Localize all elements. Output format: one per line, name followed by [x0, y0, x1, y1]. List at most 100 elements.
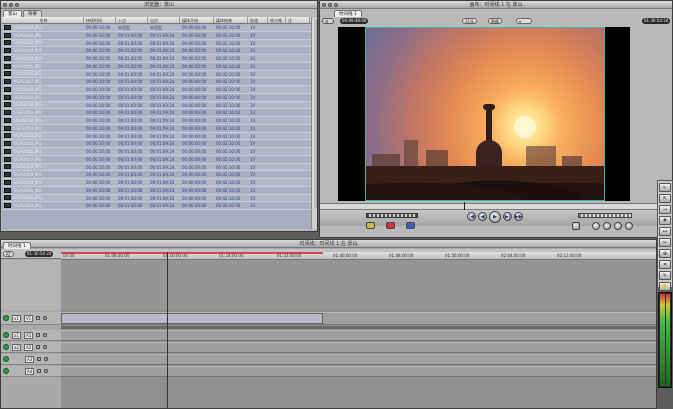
- browser-scrollbar[interactable]: [311, 17, 317, 229]
- canvas-tab[interactable]: 时间线 1: [334, 10, 362, 17]
- source-label[interactable]: a2: [12, 343, 21, 351]
- lock-icon[interactable]: [37, 369, 42, 373]
- lock-icon[interactable]: [37, 357, 42, 361]
- browser-row[interactable]: YA3A2447.JPG 00:00:10:00 00:01:00:00 00:01:…: [2, 78, 311, 86]
- play-in-to-out-icon[interactable]: ◀: [478, 212, 487, 221]
- col-media-start[interactable]: 媒体开始: [180, 17, 214, 23]
- scroll-thumb[interactable]: [312, 19, 317, 209]
- col-out[interactable]: 出点: [148, 17, 180, 23]
- gear-icon[interactable]: ⚙: [322, 18, 334, 24]
- canvas-duration[interactable]: 00:09:48:00: [340, 18, 369, 24]
- track-v1[interactable]: [61, 312, 656, 325]
- hand-tool-icon[interactable]: ✋: [659, 282, 671, 291]
- view-popup[interactable]: 图像: [488, 18, 502, 24]
- browser-row[interactable]: YA3A2463.JPG 00:00:10:00 00:01:00:00 00:01:…: [2, 202, 311, 210]
- col-notes[interactable]: 注: [286, 17, 310, 23]
- close-icon[interactable]: [3, 3, 7, 7]
- source-label[interactable]: v1: [12, 314, 21, 322]
- browser-row[interactable]: YA3A2440.JPG 00:00:10:00 未设定 未设定 00:00:00:00…: [2, 24, 311, 32]
- browser-row[interactable]: YA3A2441.JPG 00:00:10:00 00:01:00:00 00:01:…: [2, 31, 311, 40]
- browser-row[interactable]: YA3A2442.JPG 00:00:10:00 00:01:00:00 00:01:…: [2, 39, 311, 48]
- canvas-current-timecode[interactable]: 01:30:54:24: [642, 18, 671, 24]
- col-tracks[interactable]: 轨道: [248, 17, 268, 23]
- track-visibility-icon[interactable]: [3, 344, 9, 350]
- browser-row[interactable]: YA3A2456.JPG 00:00:10:00 00:01:00:00 00:01:…: [2, 148, 311, 156]
- browser-row[interactable]: YA3A2457.JPG 00:00:10:00 00:01:00:00 00:01:…: [2, 155, 311, 164]
- timeline-track-area[interactable]: [61, 252, 656, 408]
- play-icon[interactable]: ▶: [489, 211, 501, 223]
- browser-row[interactable]: YA3A2448.JPG 00:00:10:00 00:01:00:00 00:01:…: [2, 86, 311, 94]
- col-media-end[interactable]: 媒体结束: [214, 17, 248, 23]
- browser-row[interactable]: YA3A2444.JPG 00:00:10:00 00:01:00:00 00:01:…: [2, 55, 311, 63]
- browser-row[interactable]: YA3A2459.JPG 00:00:10:00 00:01:00:00 00:01:…: [2, 171, 311, 179]
- overwrite-edit-icon[interactable]: [386, 222, 395, 229]
- auto-select-icon[interactable]: [44, 369, 49, 373]
- mark-in-icon[interactable]: [592, 222, 600, 230]
- pen-tool-icon[interactable]: ✎: [659, 271, 671, 280]
- browser-row[interactable]: YA3A2450.JPG 00:00:10:00 00:01:00:00 00:01:…: [2, 101, 311, 110]
- shuttle-control[interactable]: [366, 213, 418, 218]
- auto-select-icon[interactable]: [43, 333, 48, 337]
- timeline-current-timecode[interactable]: 01:30:54:24: [25, 251, 54, 257]
- zoom-icon[interactable]: [334, 3, 338, 7]
- track-visibility-icon[interactable]: [3, 356, 9, 362]
- track-select-tool-icon[interactable]: →: [659, 205, 671, 214]
- play-around-icon[interactable]: ▶|: [503, 212, 512, 221]
- add-keyframe-icon[interactable]: [625, 222, 633, 230]
- replace-edit-icon[interactable]: [406, 222, 415, 229]
- browser-row[interactable]: YA3A2446.JPG 00:00:10:00 00:01:00:00 00:01:…: [2, 70, 311, 79]
- roll-tool-icon[interactable]: #: [659, 216, 671, 225]
- canvas-video-area[interactable]: [338, 27, 630, 201]
- col-in[interactable]: 入点: [116, 17, 148, 23]
- auto-select-icon[interactable]: [44, 357, 49, 361]
- timeline-ruler[interactable]: 00:00 01:08:00:00 01:16:00:00 01:24:00:0…: [61, 252, 656, 260]
- zoom-icon[interactable]: [15, 3, 19, 7]
- rt-menu[interactable]: RT: [3, 251, 14, 257]
- browser-row[interactable]: YA3A2462.JPG 00:00:10:00 00:01:00:00 00:01:…: [2, 194, 311, 203]
- browser-row[interactable]: YA3A2443.JPG 00:00:10:00 00:01:00:00 00:01:…: [2, 47, 311, 55]
- zoom-tool-icon[interactable]: ⊕: [659, 249, 671, 258]
- track-a2[interactable]: [61, 342, 656, 353]
- browser-tab-project[interactable]: 景山: [3, 10, 22, 17]
- target-label[interactable]: A1: [24, 331, 34, 339]
- browser-row[interactable]: YA3A2461.JPG 00:00:10:00 00:01:00:00 00:01:…: [2, 186, 311, 195]
- selection-tool-icon[interactable]: ↖: [659, 183, 671, 192]
- close-icon[interactable]: [322, 3, 326, 7]
- track-visibility-icon[interactable]: [3, 332, 9, 338]
- col-frames[interactable]: 帧方格: [268, 17, 286, 23]
- lock-icon[interactable]: [36, 345, 41, 349]
- source-label[interactable]: a1: [12, 331, 21, 339]
- edit-selection-tool-icon[interactable]: ⇱: [659, 194, 671, 203]
- track-a1[interactable]: [61, 330, 656, 341]
- add-marker-icon[interactable]: [614, 222, 622, 230]
- mark-out-icon[interactable]: [603, 222, 611, 230]
- auto-select-icon[interactable]: [43, 316, 48, 320]
- browser-row[interactable]: YA3A2451.JPG 00:00:10:00 00:01:00:00 00:01:…: [2, 109, 311, 117]
- overlay-popup[interactable]: ▾: [516, 18, 532, 24]
- jog-control[interactable]: [578, 213, 632, 218]
- target-label[interactable]: A3: [25, 355, 35, 363]
- go-to-next-edit-icon[interactable]: ▶▶: [514, 212, 523, 221]
- playhead[interactable]: [167, 252, 168, 408]
- lock-icon[interactable]: [36, 333, 41, 337]
- browser-tab-effects[interactable]: 效果: [23, 10, 42, 17]
- razor-tool-icon[interactable]: ✂: [659, 238, 671, 247]
- browser-row[interactable]: YA3A2449.JPG 00:00:10:00 00:01:00:00 00:01:…: [2, 93, 311, 102]
- browser-row[interactable]: YA3A2455.JPG 00:00:10:00 00:01:00:00 00:01:…: [2, 140, 311, 148]
- browser-row[interactable]: YA3A2458.JPG 00:00:10:00 00:01:00:00 00:01:…: [2, 163, 311, 172]
- track-a4[interactable]: [61, 366, 656, 377]
- target-label[interactable]: A4: [25, 367, 35, 375]
- browser-row[interactable]: YA3A2454.JPG 00:00:10:00 00:01:00:00 00:01:…: [2, 132, 311, 141]
- video-clip[interactable]: [61, 313, 323, 324]
- minimize-icon[interactable]: [328, 3, 332, 7]
- timeline-tab[interactable]: 时间线 1: [3, 242, 31, 249]
- track-visibility-icon[interactable]: [3, 368, 9, 374]
- browser-row[interactable]: YA3A2452.JPG 00:00:10:00 00:01:00:00 00:01:…: [2, 117, 311, 125]
- insert-edit-icon[interactable]: [366, 222, 375, 229]
- canvas-scrubber[interactable]: [320, 202, 672, 211]
- target-label[interactable]: A2: [24, 343, 34, 351]
- track-a3[interactable]: [61, 354, 656, 365]
- go-to-previous-edit-icon[interactable]: |◀: [467, 212, 476, 221]
- lock-icon[interactable]: [36, 316, 41, 320]
- match-frame-icon[interactable]: [572, 222, 580, 230]
